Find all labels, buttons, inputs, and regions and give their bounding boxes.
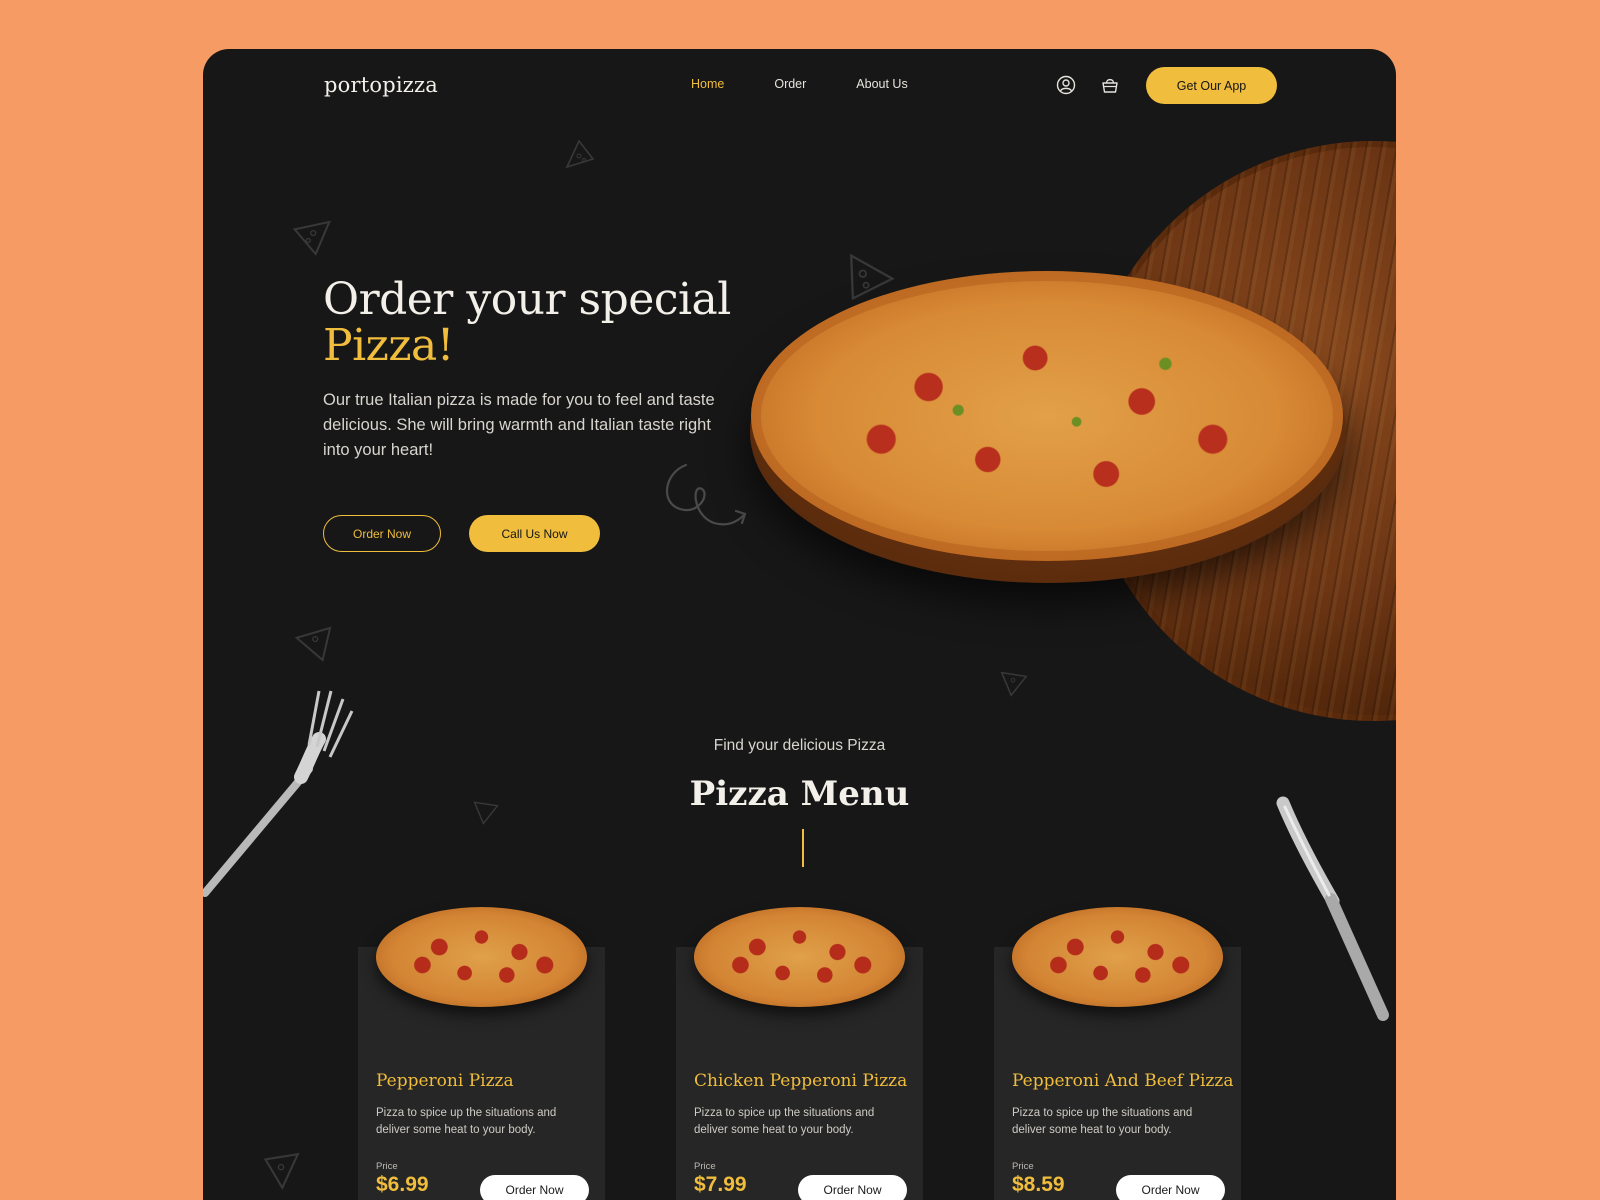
basket-icon[interactable] (1099, 74, 1121, 96)
pizza-description: Pizza to spice up the situations and del… (694, 1107, 875, 1136)
price-label: Price (694, 1161, 716, 1172)
card-order-now-button[interactable]: Order Now (798, 1175, 907, 1200)
menu-divider (802, 829, 804, 867)
menu-card: Pepperoni And Beef Pizza Pizza to spice … (994, 907, 1241, 1200)
pizza-price: $6.99 (376, 1173, 429, 1196)
menu-card: Pepperoni Pizza Pizza to spice up the si… (358, 907, 605, 1200)
menu-card: Chicken Pepperoni Pizza Pizza to spice u… (676, 907, 923, 1200)
pizza-slice-outline-icon (565, 139, 595, 169)
pizza-image (1012, 907, 1223, 1007)
hero-title-line1: Order your special (323, 274, 731, 325)
menu-kicker: Find your delicious Pizza (713, 737, 886, 754)
hero-title-line2: Pizza! (323, 320, 454, 371)
swirl-arrow-icon (665, 463, 747, 526)
pizza-price: $7.99 (694, 1173, 747, 1196)
pizza-description: Pizza to spice up the situations and del… (376, 1107, 557, 1136)
get-app-button[interactable]: Get Our App (1146, 67, 1277, 104)
pizza-slice-outline-icon (294, 626, 332, 662)
order-now-button[interactable]: Order Now (323, 515, 441, 552)
nav-about-us[interactable]: About Us (856, 77, 907, 91)
price-label: Price (1012, 1161, 1034, 1172)
user-icon[interactable] (1055, 74, 1077, 96)
call-us-now-button[interactable]: Call Us Now (469, 515, 600, 552)
nav-order[interactable]: Order (774, 77, 806, 91)
hero-title: Order your special Pizza! (323, 277, 731, 369)
knife-icon (1276, 796, 1389, 1021)
pizza-price: $8.59 (1012, 1173, 1065, 1196)
pizza-name: Pepperoni Pizza (376, 1071, 514, 1091)
pizza-slice-outline-icon (263, 1152, 300, 1191)
logo[interactable]: portopizza (324, 73, 438, 97)
hero-pizza-image (751, 271, 1343, 561)
card-order-now-button[interactable]: Order Now (1116, 1175, 1225, 1200)
card-order-now-button[interactable]: Order Now (480, 1175, 589, 1200)
pizza-name: Chicken Pepperoni Pizza (694, 1071, 908, 1091)
menu-title: Pizza Menu (689, 774, 910, 814)
main-nav: Home Order About Us (691, 77, 908, 91)
pizza-slice-outline-icon (292, 220, 331, 256)
pizza-slice-outline-icon (1000, 671, 1028, 697)
hero-description: Our true Italian pizza is made for you t… (323, 391, 715, 459)
pizza-name: Pepperoni And Beef Pizza (1012, 1071, 1234, 1091)
pizza-image (376, 907, 587, 1007)
landing-page: portopizza Home Order About Us Get Our A… (203, 49, 1396, 1200)
pizza-description: Pizza to spice up the situations and del… (1012, 1107, 1193, 1136)
nav-home[interactable]: Home (691, 77, 724, 91)
price-label: Price (376, 1161, 398, 1172)
pizza-image (694, 907, 905, 1007)
